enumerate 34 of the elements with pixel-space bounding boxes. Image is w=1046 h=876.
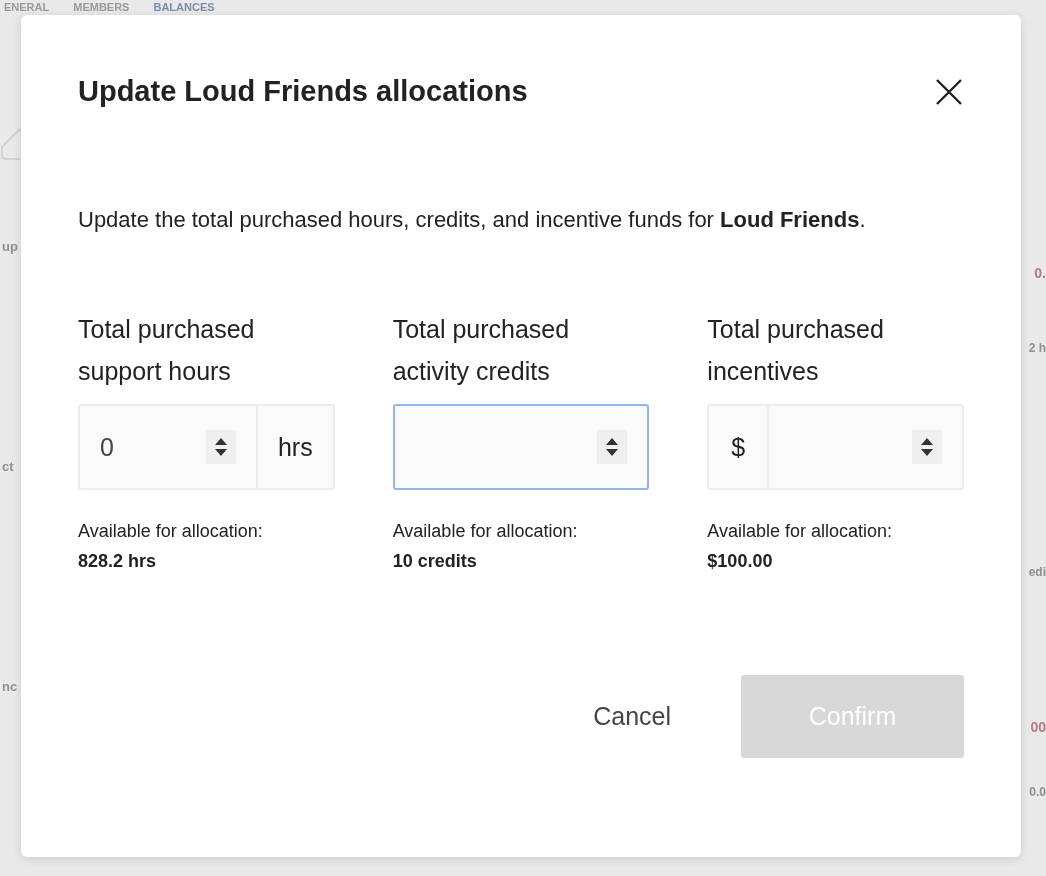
note-text: 0.0 [1029,785,1046,799]
field-label: Total purchased activity credits [392,314,571,387]
spinner-icon[interactable] [597,430,628,464]
field-value: 0 [100,432,114,462]
available-value: 10 credits [392,550,478,573]
available-value: $100.00 [707,550,774,573]
dialog-title: Update Loud Friends allocations [78,75,528,108]
note-text: edi [1028,565,1046,579]
available-label: Available for allocation: [707,520,894,543]
unit-label: hrs [255,406,333,488]
amount-text: 0. [1034,265,1046,281]
number-field[interactable]: 0 hrs [78,404,335,490]
field-label: Total purchased support hours [78,314,256,387]
available-value: 828.2 hrs [78,550,158,573]
tab[interactable]: ENERAL [4,1,50,14]
close-button[interactable] [935,77,963,106]
dialog-description: Update the total purchased hours, credits, and incentive funds for Loud Friends. [78,206,867,234]
row-label: up [1,239,18,254]
spinner-icon[interactable] [205,430,236,464]
tab[interactable]: MEMBERS [73,1,130,14]
number-field[interactable] [392,404,650,490]
row-label: nc [1,679,18,694]
available-label: Available for allocation: [392,520,579,543]
tab[interactable]: BALANCES [153,1,215,14]
amount-text: 00 [1030,719,1046,735]
currency-label: $ [709,406,770,488]
number-field[interactable]: $ [707,404,964,490]
row-label: ct [1,459,14,474]
spinner-icon[interactable] [912,430,942,464]
available-label: Available for allocation: [78,520,264,543]
cancel-button[interactable]: Cancel [593,702,671,731]
pencil-icon [0,125,22,161]
field-label: Total purchased incentives [707,314,885,387]
note-text: 2 h [1028,341,1046,355]
